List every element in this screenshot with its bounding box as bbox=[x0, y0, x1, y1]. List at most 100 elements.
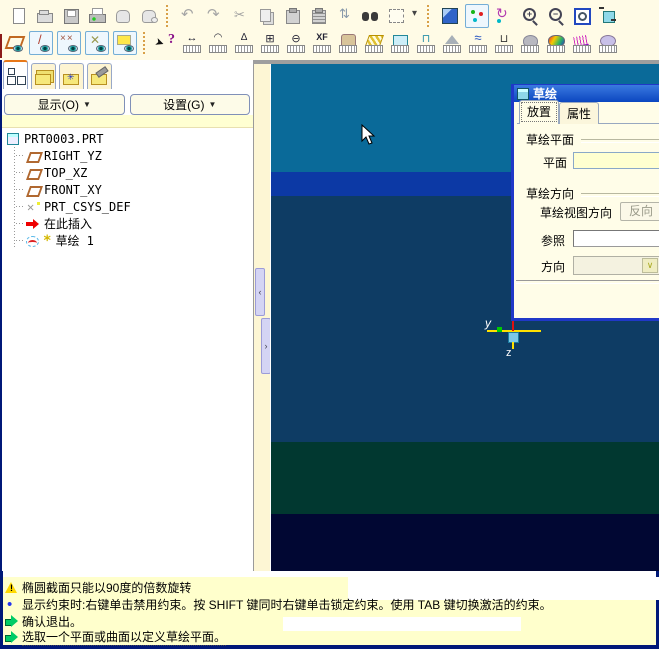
undo-icon[interactable] bbox=[178, 5, 200, 27]
tree-connector bbox=[16, 206, 25, 207]
collapse-left-button[interactable]: ‹ bbox=[255, 268, 265, 316]
reorient-icon[interactable] bbox=[493, 5, 515, 27]
curvature-comb-icon[interactable] bbox=[571, 32, 593, 54]
find-icon[interactable] bbox=[360, 5, 382, 27]
mass-properties-icon[interactable] bbox=[337, 32, 359, 54]
zoom-fit-icon[interactable] bbox=[571, 5, 593, 27]
settings-menu-button[interactable]: 设置(G) ▼ bbox=[129, 94, 250, 115]
csys-display-icon[interactable] bbox=[85, 30, 109, 55]
toolbar-row-2 bbox=[1, 29, 621, 56]
message-text: 椭圆截面只能以90度的倍数旋转 bbox=[22, 580, 192, 595]
tab-placement[interactable]: 放置 bbox=[519, 100, 560, 124]
regenerate-icon[interactable] bbox=[334, 5, 356, 27]
tree-connector bbox=[16, 223, 25, 224]
dialog-separator bbox=[516, 280, 659, 284]
tree-connector bbox=[16, 155, 25, 156]
curve-analysis-icon[interactable] bbox=[467, 30, 489, 54]
measure-diameter-icon[interactable] bbox=[285, 32, 307, 54]
measure-transform-icon[interactable] bbox=[311, 32, 333, 54]
chevron-down-icon[interactable]: ∨ bbox=[642, 258, 658, 273]
spin-center-icon[interactable] bbox=[465, 3, 489, 28]
prompt-icon bbox=[5, 630, 19, 644]
new-file-icon[interactable] bbox=[8, 5, 30, 27]
sketch-orientation-group: 草绘方向 bbox=[526, 185, 659, 202]
shell-analysis-icon[interactable] bbox=[519, 32, 541, 54]
paste-special-icon[interactable] bbox=[308, 5, 330, 27]
tree-item-label: RIGHT_YZ bbox=[44, 148, 102, 163]
volume-analysis-icon[interactable] bbox=[389, 32, 411, 54]
tab-properties[interactable]: 属性 bbox=[559, 102, 600, 124]
navigator-tab-favorites[interactable] bbox=[59, 63, 84, 89]
white-patch bbox=[283, 617, 521, 631]
message-line: 选取一个平面或曲面以定义草绘平面。 bbox=[5, 629, 227, 646]
window-edge-accent bbox=[0, 34, 2, 58]
measure-angle-icon[interactable] bbox=[233, 32, 255, 54]
paste-icon[interactable] bbox=[282, 5, 304, 27]
navigator-tab-tools[interactable] bbox=[87, 63, 112, 89]
channel-analysis-icon[interactable] bbox=[493, 32, 515, 54]
copy-icon[interactable] bbox=[256, 5, 278, 27]
message-text: 选取一个平面或曲面以定义草绘平面。 bbox=[22, 630, 227, 646]
select-box-icon[interactable] bbox=[386, 5, 408, 27]
email-link-icon[interactable] bbox=[138, 5, 160, 27]
reference-input[interactable] bbox=[573, 230, 659, 247]
datum-plane-icon bbox=[26, 166, 41, 180]
group-rule bbox=[581, 138, 659, 143]
zoom-in-icon[interactable] bbox=[519, 5, 541, 27]
tree-item-草绘 1[interactable]: * 草绘 1 bbox=[2, 232, 253, 249]
refit-icon[interactable] bbox=[597, 5, 619, 27]
tree-item-FRONT_XY[interactable]: FRONT_XY bbox=[2, 181, 253, 198]
sketch-plane-icon[interactable] bbox=[3, 32, 25, 54]
spin-center-display-icon[interactable] bbox=[113, 30, 137, 55]
tree-item-PRT_CSYS_DEF[interactable]: PRT_CSYS_DEF bbox=[2, 198, 253, 215]
viewport-band-green bbox=[271, 442, 659, 514]
csys-z-label: z bbox=[506, 347, 512, 359]
context-help-icon[interactable] bbox=[155, 32, 177, 54]
message-text: 显示约束时:右键单击禁用约束。按 SHIFT 键同时右键单击锁定约束。使用 TA… bbox=[22, 597, 552, 612]
open-icon[interactable] bbox=[34, 5, 56, 27]
message-text: 确认退出。 bbox=[22, 614, 83, 629]
reference-label: 参照 bbox=[541, 234, 566, 248]
cut-icon[interactable] bbox=[230, 5, 252, 27]
print-icon[interactable] bbox=[86, 5, 108, 27]
measure-area-icon[interactable] bbox=[259, 32, 281, 54]
tree-item-label: 草绘 1 bbox=[55, 234, 94, 248]
tree-connector bbox=[16, 240, 25, 241]
plane-input[interactable] bbox=[573, 152, 659, 169]
surface-analysis-icon[interactable] bbox=[597, 32, 619, 54]
sketch-orientation-group-label: 草绘方向 bbox=[526, 187, 575, 201]
draft-analysis-icon[interactable] bbox=[441, 32, 463, 54]
color-map-analysis-icon[interactable] bbox=[545, 32, 567, 54]
sketch-plane-group-label: 草绘平面 bbox=[526, 133, 575, 147]
zoom-out-icon[interactable] bbox=[545, 5, 567, 27]
message-line: 确认退出。 bbox=[5, 613, 82, 629]
section-analysis-icon[interactable] bbox=[363, 32, 385, 54]
navigator-tab-folder-browser[interactable] bbox=[31, 63, 56, 89]
shaded-view-icon[interactable] bbox=[439, 5, 461, 27]
save-icon[interactable] bbox=[60, 5, 82, 27]
tree-connector-line bbox=[14, 144, 15, 248]
flip-button[interactable]: 反向 bbox=[620, 202, 659, 221]
measure-length-icon[interactable] bbox=[207, 32, 229, 54]
point-display-icon[interactable] bbox=[57, 30, 81, 55]
toolbar-row-1 bbox=[6, 2, 621, 29]
redo-icon[interactable] bbox=[204, 5, 226, 27]
tree-item-TOP_XZ[interactable]: TOP_XZ bbox=[2, 164, 253, 181]
tree-item-label: TOP_XZ bbox=[44, 165, 88, 180]
proe-window: { "window": {"app": "Pro/ENGINEER"}, "co… bbox=[0, 0, 659, 649]
email-model-icon[interactable] bbox=[112, 5, 134, 27]
toolbar-separator bbox=[143, 31, 149, 54]
axis-display-icon[interactable] bbox=[29, 30, 53, 55]
tree-item-在此插入[interactable]: 在此插入 bbox=[2, 215, 253, 232]
tree-item-PRT0003.PRT[interactable]: PRT0003.PRT bbox=[2, 130, 253, 147]
navigator-tab-model-tree[interactable] bbox=[3, 60, 28, 89]
measure-distance-icon[interactable] bbox=[181, 32, 203, 54]
select-dropdown-icon[interactable] bbox=[412, 5, 421, 27]
display-menu-label: 显示(O) bbox=[37, 98, 79, 112]
thickness-analysis-icon[interactable] bbox=[415, 32, 437, 54]
panel-splitter[interactable]: ‹ › bbox=[253, 64, 271, 571]
settings-menu-label: 设置(G) bbox=[163, 98, 205, 112]
tree-item-RIGHT_YZ[interactable]: RIGHT_YZ bbox=[2, 147, 253, 164]
viewport-band-darknavy bbox=[271, 514, 659, 571]
display-menu-button[interactable]: 显示(O) ▼ bbox=[4, 94, 125, 115]
